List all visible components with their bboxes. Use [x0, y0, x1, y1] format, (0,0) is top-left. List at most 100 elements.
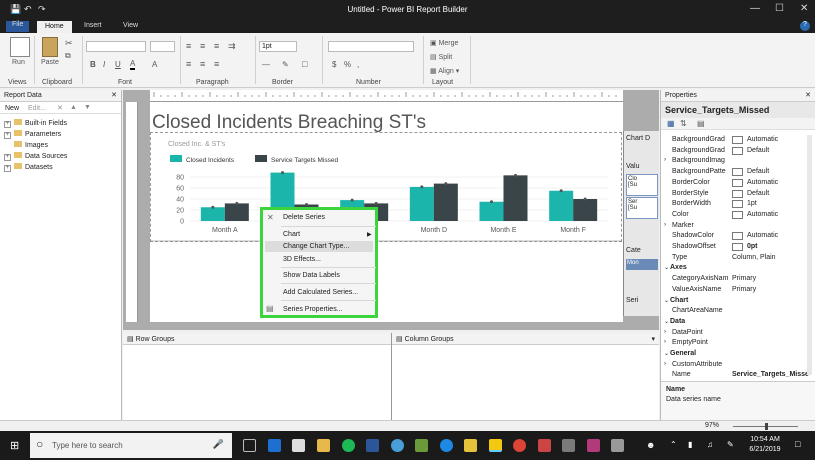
color-swatch[interactable] — [732, 200, 743, 209]
property-row[interactable]: Color Automatic — [666, 210, 798, 221]
tree-item-parameters[interactable]: + Parameters — [4, 130, 61, 139]
legend-swatch[interactable] — [255, 155, 267, 162]
app-icon[interactable] — [415, 439, 428, 452]
collapse-icon[interactable]: ⌄ — [664, 297, 669, 304]
close-panel-icon[interactable]: ✕ — [111, 91, 117, 99]
collapse-icon[interactable]: ⌄ — [664, 264, 669, 271]
taskbar-search[interactable]: ○ Type here to search 🎤 — [30, 433, 232, 458]
tab-file[interactable]: File — [6, 21, 30, 32]
property-row[interactable]: BorderWidth 1pt — [666, 200, 798, 210]
property-category[interactable]: ⌄ Data — [664, 318, 798, 328]
bar-handle[interactable] — [211, 205, 215, 209]
close-properties-icon[interactable]: ✕ — [805, 91, 811, 99]
collapse-icon[interactable]: ⌄ — [664, 318, 669, 325]
edge-icon[interactable] — [268, 439, 281, 452]
delete-icon[interactable]: ✕ — [57, 104, 63, 112]
bar[interactable] — [479, 201, 504, 221]
property-value[interactable]: Default — [747, 190, 769, 197]
bold-icon[interactable]: B — [90, 60, 96, 69]
menu-item-3d-effects[interactable]: 3D Effects... — [283, 256, 321, 263]
color-swatch[interactable] — [732, 136, 743, 144]
property-row[interactable]: BackgroundGrad Default — [666, 146, 798, 157]
align-button[interactable]: ▦ Align ▾ — [430, 67, 459, 75]
windows-start-icon[interactable]: ⊞ — [10, 439, 19, 452]
paste-icon[interactable] — [42, 37, 58, 57]
legend-swatch[interactable] — [170, 155, 182, 162]
run-icon[interactable] — [10, 37, 30, 57]
expand-icon[interactable]: › — [664, 222, 666, 228]
chart-subtitle[interactable]: Closed Inc. & ST's — [168, 141, 226, 148]
property-row[interactable]: Name Service_Targets_Misse — [666, 371, 809, 381]
chrome-icon[interactable] — [513, 439, 526, 452]
property-row[interactable]: BackgroundGrad Automatic — [666, 136, 798, 146]
app-icon[interactable] — [538, 439, 551, 452]
microphone-icon[interactable]: 🎤 — [213, 439, 224, 450]
bullets-icon[interactable]: ≡ — [214, 59, 219, 69]
comma-icon[interactable]: , — [357, 60, 359, 69]
justify-icon[interactable]: ≡ — [186, 59, 191, 69]
chart[interactable]: Closed Inc. & ST's Closed Incidents Servic… — [150, 133, 622, 243]
expand-icon[interactable]: + — [4, 132, 11, 139]
property-value[interactable]: Primary — [732, 286, 756, 293]
border-style-icon[interactable]: — — [262, 60, 270, 69]
properties-scrollbar[interactable] — [807, 135, 812, 375]
bar-handle[interactable] — [235, 201, 239, 205]
task-view-icon[interactable] — [243, 439, 256, 452]
property-value[interactable]: 0pt — [747, 243, 758, 250]
volume-icon[interactable]: ♫ — [707, 440, 713, 449]
font-family-select[interactable] — [86, 41, 146, 52]
bar-handle[interactable] — [350, 198, 354, 202]
bar-handle[interactable] — [490, 200, 493, 204]
border-width-select[interactable]: 1pt — [259, 41, 297, 52]
bar[interactable] — [200, 207, 225, 221]
copy-icon[interactable]: ⧉ — [65, 51, 71, 61]
mail-icon[interactable] — [292, 439, 305, 452]
underline-icon[interactable]: U — [115, 60, 121, 69]
property-row[interactable]: CategoryAxisNam Primary — [666, 275, 798, 285]
property-value[interactable]: Primary — [732, 275, 756, 282]
collapse-icon[interactable]: ⌄ — [664, 350, 669, 357]
font-size-select[interactable] — [150, 41, 175, 52]
x-tick-label[interactable]: Month D — [421, 227, 447, 234]
y-tick-label[interactable]: 60 — [176, 186, 184, 193]
app-icon[interactable] — [611, 439, 624, 452]
expand-icon[interactable]: › — [664, 329, 666, 335]
app-icon[interactable] — [391, 439, 404, 452]
bar-handle[interactable] — [374, 201, 378, 205]
value-item-closed[interactable]: Clo [Su — [626, 174, 658, 196]
borders-icon[interactable]: □ — [302, 59, 307, 69]
property-value[interactable]: Automatic — [747, 232, 778, 239]
property-row[interactable]: ShadowOffset 0pt — [666, 243, 798, 253]
move-up-icon[interactable]: ▲ — [70, 104, 77, 111]
font-grow-icon[interactable]: A — [152, 60, 157, 69]
tree-item-images[interactable]: Images — [14, 141, 48, 149]
color-swatch[interactable] — [732, 210, 743, 219]
property-value[interactable]: Automatic — [747, 179, 778, 186]
clock-date[interactable]: 6/21/2019 — [745, 446, 785, 453]
bar[interactable] — [573, 199, 598, 221]
bar[interactable] — [503, 175, 528, 221]
y-tick-label[interactable]: 0 — [180, 219, 184, 226]
x-tick-label[interactable]: Month F — [560, 227, 586, 234]
align-left-icon[interactable]: ≡ — [186, 41, 191, 51]
percent-icon[interactable]: % — [344, 60, 351, 69]
property-row[interactable]: BorderColor Automatic — [666, 178, 798, 189]
word-icon[interactable] — [366, 439, 379, 452]
expand-icon[interactable]: + — [4, 121, 11, 128]
expand-icon[interactable]: › — [664, 157, 666, 163]
expand-icon[interactable]: › — [664, 339, 666, 345]
bar-handle[interactable] — [444, 182, 448, 186]
property-value[interactable]: Service_Targets_Misse — [732, 371, 809, 378]
run-button[interactable]: Run — [12, 59, 25, 66]
currency-icon[interactable]: $ — [332, 60, 336, 69]
property-row[interactable]: › EmptyPoint — [664, 339, 798, 349]
network-icon[interactable]: ▮ — [688, 440, 692, 449]
font-color-icon[interactable]: A — [130, 59, 136, 70]
search-input[interactable]: Type here to search — [52, 441, 123, 450]
bar[interactable] — [224, 203, 249, 221]
cut-icon[interactable]: ✂ — [65, 38, 73, 49]
x-tick-label[interactable]: Month A — [212, 227, 238, 234]
color-swatch[interactable] — [732, 146, 743, 155]
x-tick-label[interactable]: Month E — [490, 227, 516, 234]
color-swatch[interactable] — [732, 178, 743, 187]
